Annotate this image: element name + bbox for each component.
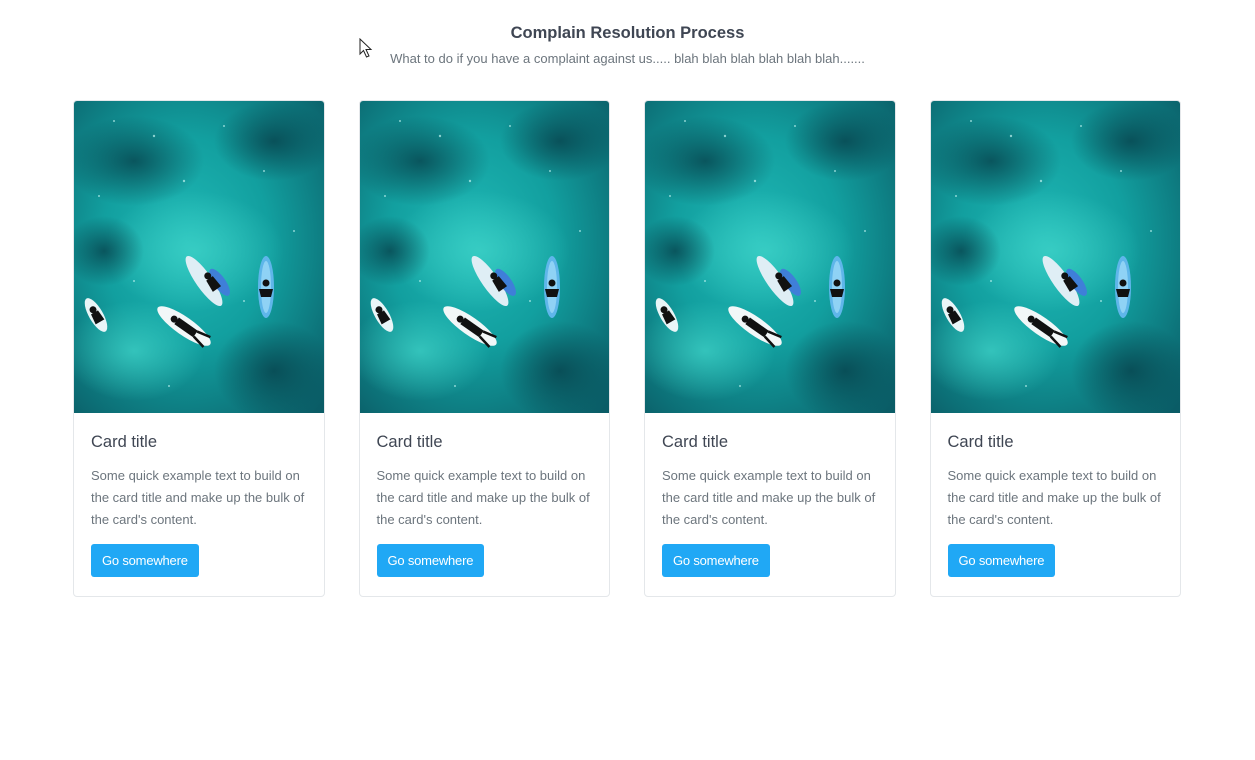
card-body: Card title Some quick example text to bu… <box>931 413 1181 577</box>
card-image <box>930 101 1181 413</box>
page-subtitle: What to do if you have a complaint again… <box>390 51 865 66</box>
card-title: Card title <box>91 433 158 451</box>
go-somewhere-button[interactable]: Go somewhere <box>662 544 770 577</box>
card: Card title Some quick example text to bu… <box>358 100 610 597</box>
card-title: Card title <box>376 433 443 451</box>
card-text: Some quick example text to build on the … <box>947 468 1161 527</box>
card-image <box>645 101 895 413</box>
card-title: Card title <box>662 433 729 451</box>
page-header: Complain Resolution Process What to do i… <box>0 20 1255 71</box>
go-somewhere-button[interactable]: Go somewhere <box>91 544 199 577</box>
card-body: Card title Some quick example text to bu… <box>360 413 610 577</box>
go-somewhere-button[interactable]: Go somewhere <box>376 544 485 577</box>
page: Complain Resolution Process What to do i… <box>0 0 1255 760</box>
card-body: Card title Some quick example text to bu… <box>74 413 324 577</box>
card-title: Card title <box>947 433 1014 451</box>
card-text: Some quick example text to build on the … <box>91 468 305 527</box>
card-image <box>74 101 324 413</box>
mouse-pointer-icon <box>359 38 373 58</box>
page-title: Complain Resolution Process <box>510 24 745 42</box>
card-image <box>359 101 610 413</box>
card: Card title Some quick example text to bu… <box>929 100 1181 597</box>
go-somewhere-button[interactable]: Go somewhere <box>947 544 1056 577</box>
card-body: Card title Some quick example text to bu… <box>645 413 895 577</box>
card-text: Some quick example text to build on the … <box>662 468 876 527</box>
card: Card title Some quick example text to bu… <box>73 100 325 597</box>
card-text: Some quick example text to build on the … <box>376 468 590 527</box>
card-grid: Card title Some quick example text to bu… <box>73 100 1181 598</box>
card: Card title Some quick example text to bu… <box>644 100 896 597</box>
